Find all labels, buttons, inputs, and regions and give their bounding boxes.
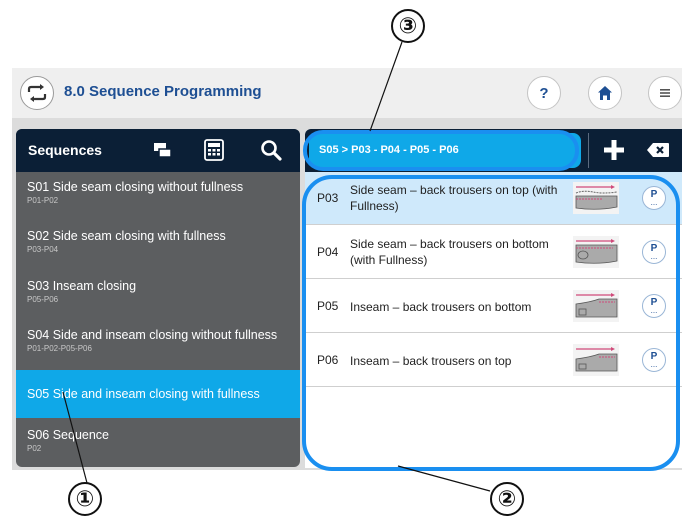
program-description: Side seam – back trousers on bottom (wit… — [350, 237, 549, 267]
sequence-programs: P01-P02 — [27, 196, 59, 205]
sequences-header: Sequences — [16, 129, 300, 172]
sequence-title: S06 Sequence — [27, 428, 110, 442]
sequence-title: S03 Inseam closing — [27, 279, 137, 293]
program-row-p04[interactable]: P04 Side seam – back trousers on bottom … — [305, 226, 682, 279]
seam-thumbnail-icon — [573, 236, 619, 268]
sequence-programs: P01-P02-P05-P06 — [27, 344, 92, 353]
sequence-programs: P05-P06 — [27, 295, 59, 304]
program-id: P04 — [317, 245, 339, 259]
sequences-panel: Sequences S01 Side seam closing without … — [16, 129, 300, 467]
header-divider — [588, 133, 589, 168]
program-row-p03[interactable]: P03 Side seam – back trousers on top (wi… — [305, 172, 682, 225]
sequence-title: S04 Side and inseam closing without full… — [27, 328, 278, 342]
breadcrumb: S05 > P03 - P04 - P05 - P06 — [319, 144, 459, 156]
calculator-icon[interactable] — [201, 137, 227, 163]
program-id: P03 — [317, 191, 339, 205]
breadcrumb-bar[interactable]: S05 > P03 - P04 - P05 - P06 — [309, 133, 581, 168]
program-row-p05[interactable]: P05 Inseam – back trousers on bottom P .… — [305, 280, 682, 333]
callout-2: ② — [490, 482, 524, 516]
program-description: Side seam – back trousers on top (with F… — [350, 183, 558, 213]
seam-thumbnail-icon — [573, 290, 619, 322]
sequence-programs: P03-P04 — [27, 245, 59, 254]
program-id: P05 — [317, 299, 339, 313]
dots-icon: ... — [650, 198, 658, 207]
sequence-title: S01 Side seam closing without fullness — [27, 180, 244, 194]
sequence-programs: P02 — [27, 444, 42, 453]
program-description: Inseam – back trousers on bottom — [350, 300, 532, 314]
sequence-title: S02 Side seam closing with fullness — [27, 229, 226, 243]
question-icon: ? — [539, 84, 549, 102]
sequence-item-s06[interactable]: S06 Sequence P02 — [16, 427, 300, 467]
dots-icon: ... — [650, 252, 658, 261]
home-button[interactable] — [588, 76, 622, 110]
menu-button[interactable] — [648, 76, 682, 110]
app-screen: 8.0 Sequence Programming ? Sequences S01… — [12, 68, 682, 470]
menu-lines-icon — [660, 89, 670, 97]
sequence-item-s03[interactable]: S03 Inseam closing P05-P06 — [16, 278, 300, 318]
program-header: S05 > P03 - P04 - P05 - P06 — [305, 129, 682, 172]
program-parameters-button[interactable]: P ... — [642, 294, 666, 318]
program-row-p06[interactable]: P06 Inseam – back trousers on top P ... — [305, 334, 682, 387]
page-title: 8.0 Sequence Programming — [64, 83, 262, 100]
backspace-icon — [647, 143, 669, 157]
seam-thumbnail-icon — [573, 344, 619, 376]
program-parameters-button[interactable]: P ... — [642, 240, 666, 264]
help-button[interactable]: ? — [527, 76, 561, 110]
sequences-title: Sequences — [28, 142, 102, 158]
sequence-item-s04[interactable]: S04 Side and inseam closing without full… — [16, 327, 300, 367]
delete-program-button[interactable] — [643, 137, 673, 163]
program-id: P06 — [317, 353, 339, 367]
top-bar: 8.0 Sequence Programming ? — [12, 68, 682, 118]
sequence-item-s01[interactable]: S01 Side seam closing without fullness P… — [16, 179, 300, 219]
callout-1: ① — [68, 482, 102, 516]
seam-thumbnail-icon — [573, 182, 619, 214]
sequence-title: S05 Side and inseam closing with fullnes… — [27, 387, 260, 401]
dots-icon: ... — [650, 360, 658, 369]
program-description: Inseam – back trousers on top — [350, 354, 512, 368]
search-icon[interactable] — [258, 137, 284, 163]
copy-icon[interactable] — [150, 137, 176, 163]
dots-icon: ... — [650, 306, 658, 315]
home-icon — [598, 86, 612, 100]
program-parameters-button[interactable]: P ... — [642, 348, 666, 372]
program-list: P03 Side seam – back trousers on top (wi… — [305, 172, 682, 468]
sequence-item-s05[interactable]: S05 Side and inseam closing with fullnes… — [16, 370, 300, 418]
plus-icon — [604, 140, 624, 160]
sequence-item-s02[interactable]: S02 Side seam closing with fullness P03-… — [16, 228, 300, 268]
callout-3: ③ — [391, 9, 425, 43]
repeat-arrows-icon[interactable] — [20, 76, 54, 110]
program-parameters-button[interactable]: P ... — [642, 186, 666, 210]
add-program-button[interactable] — [599, 135, 629, 165]
